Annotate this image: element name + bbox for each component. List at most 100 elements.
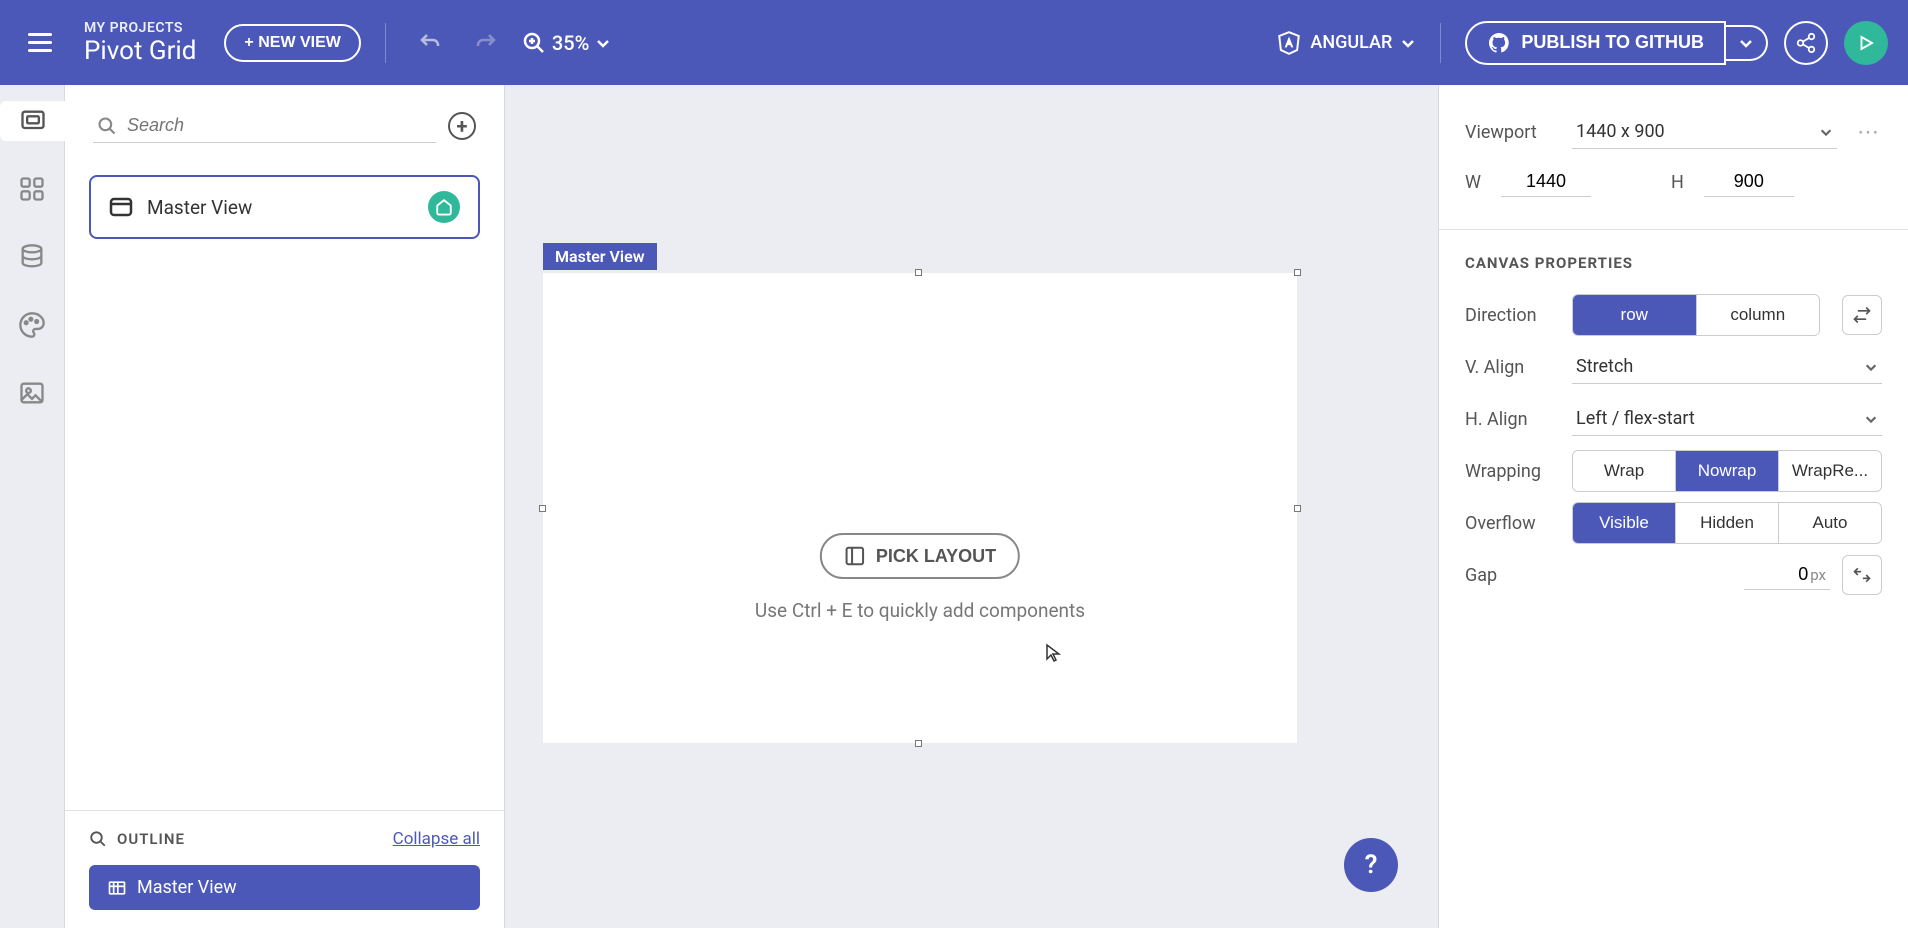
gap-row: Gap px bbox=[1465, 552, 1882, 598]
gap-unit: px bbox=[1810, 566, 1826, 584]
outline-title-wrap: OUTLINE bbox=[89, 830, 185, 848]
selection-handle-bottom[interactable] bbox=[915, 740, 922, 747]
gap-input-wrap: px bbox=[1744, 560, 1830, 590]
add-view-button[interactable]: + bbox=[448, 112, 476, 140]
height-input[interactable] bbox=[1704, 167, 1794, 197]
direction-row-button[interactable]: row bbox=[1573, 295, 1696, 335]
swap-direction-button[interactable] bbox=[1842, 295, 1882, 335]
rail-views[interactable] bbox=[0, 101, 66, 141]
canvas-view-label[interactable]: Master View bbox=[543, 243, 657, 270]
layout-icon bbox=[844, 545, 866, 567]
publish-github-button[interactable]: PUBLISH TO GITHUB bbox=[1465, 21, 1726, 65]
halign-selector[interactable]: Left / flex-start bbox=[1572, 402, 1882, 436]
split-icon bbox=[1852, 565, 1872, 585]
undo-icon bbox=[418, 31, 442, 55]
framework-label: ANGULAR bbox=[1310, 32, 1392, 53]
viewport-selector[interactable]: 1440 x 900 bbox=[1572, 115, 1837, 149]
rail-theme[interactable] bbox=[12, 305, 52, 345]
outline-title: OUTLINE bbox=[117, 830, 185, 848]
width-label: W bbox=[1465, 172, 1481, 193]
more-options-button[interactable]: ⋯ bbox=[1857, 120, 1882, 145]
overflow-label: Overflow bbox=[1465, 513, 1560, 534]
components-icon bbox=[18, 175, 46, 203]
search-input[interactable] bbox=[127, 115, 432, 136]
undo-button[interactable] bbox=[410, 23, 450, 63]
overflow-auto-button[interactable]: Auto bbox=[1778, 503, 1881, 543]
publish-label: PUBLISH TO GITHUB bbox=[1521, 32, 1704, 53]
main-area: + Master View OUTLINE Collapse all bbox=[0, 85, 1908, 928]
left-panel: + Master View OUTLINE Collapse all bbox=[65, 85, 505, 928]
cursor-icon bbox=[1045, 643, 1061, 663]
github-icon bbox=[1487, 31, 1511, 55]
framework-selector[interactable]: ANGULAR bbox=[1276, 30, 1416, 56]
chevron-down-icon bbox=[1819, 125, 1833, 139]
rail-assets[interactable] bbox=[12, 373, 52, 413]
search-row: + bbox=[65, 85, 504, 167]
rail-components[interactable] bbox=[12, 169, 52, 209]
selection-handle-top-right[interactable] bbox=[1294, 269, 1301, 276]
chevron-down-icon bbox=[1400, 35, 1416, 51]
rail-data[interactable] bbox=[12, 237, 52, 277]
topbar: MY PROJECTS Pivot Grid + NEW VIEW 35% AN… bbox=[0, 0, 1908, 85]
share-button[interactable] bbox=[1784, 21, 1828, 65]
chevron-down-icon bbox=[1864, 412, 1878, 426]
wrap-button[interactable]: Wrap bbox=[1573, 451, 1675, 491]
pick-layout-label: PICK LAYOUT bbox=[876, 546, 996, 567]
play-icon bbox=[1857, 34, 1875, 52]
publish-dropdown-button[interactable] bbox=[1726, 25, 1768, 61]
gap-split-button[interactable] bbox=[1842, 555, 1882, 595]
valign-value: Stretch bbox=[1576, 356, 1633, 377]
publish-button-group: PUBLISH TO GITHUB bbox=[1465, 21, 1768, 65]
selection-handle-left[interactable] bbox=[539, 505, 546, 512]
canvas-frame[interactable]: PICK LAYOUT Use Ctrl + E to quickly add … bbox=[543, 273, 1297, 743]
properties-panel: Viewport 1440 x 900 ⋯ W H CANVAS PROPERT… bbox=[1438, 85, 1908, 928]
wraprev-button[interactable]: WrapRe... bbox=[1778, 451, 1881, 491]
viewport-label: Viewport bbox=[1465, 122, 1560, 143]
hamburger-menu-button[interactable] bbox=[20, 23, 60, 63]
valign-label: V. Align bbox=[1465, 357, 1560, 378]
view-card-label: Master View bbox=[147, 196, 252, 219]
outline-header: OUTLINE Collapse all bbox=[89, 829, 480, 849]
new-view-button[interactable]: + NEW VIEW bbox=[224, 24, 360, 62]
nowrap-button[interactable]: Nowrap bbox=[1675, 451, 1778, 491]
project-name: Pivot Grid bbox=[84, 36, 196, 66]
halign-row: H. Align Left / flex-start bbox=[1465, 396, 1882, 442]
view-card-master[interactable]: Master View bbox=[89, 175, 480, 239]
zoom-control[interactable]: 35% bbox=[522, 31, 611, 55]
divider bbox=[1439, 229, 1908, 230]
zoom-level: 35% bbox=[552, 31, 589, 55]
image-icon bbox=[18, 379, 46, 407]
selection-handle-right[interactable] bbox=[1294, 505, 1301, 512]
width-input[interactable] bbox=[1501, 167, 1591, 197]
search-icon bbox=[97, 116, 117, 136]
direction-column-button[interactable]: column bbox=[1696, 295, 1820, 335]
gap-input[interactable] bbox=[1748, 564, 1808, 585]
help-icon: ? bbox=[1365, 850, 1378, 880]
direction-label: Direction bbox=[1465, 305, 1560, 326]
views-icon bbox=[19, 107, 47, 135]
outline-item-master[interactable]: Master View bbox=[89, 865, 480, 910]
help-button[interactable]: ? bbox=[1344, 838, 1398, 892]
project-info: MY PROJECTS Pivot Grid bbox=[84, 20, 196, 66]
overflow-group: Visible Hidden Auto bbox=[1572, 502, 1882, 544]
chevron-down-icon bbox=[1738, 35, 1754, 51]
pick-layout-button[interactable]: PICK LAYOUT bbox=[820, 533, 1020, 579]
wrapping-row: Wrapping Wrap Nowrap WrapRe... bbox=[1465, 448, 1882, 494]
chevron-down-icon bbox=[1864, 360, 1878, 374]
canvas-area[interactable]: Master View PICK LAYOUT Use Ctrl + E to … bbox=[505, 85, 1438, 928]
selection-handle-top[interactable] bbox=[915, 269, 922, 276]
overflow-hidden-button[interactable]: Hidden bbox=[1675, 503, 1778, 543]
redo-icon bbox=[474, 31, 498, 55]
valign-selector[interactable]: Stretch bbox=[1572, 350, 1882, 384]
window-icon bbox=[109, 197, 133, 217]
overflow-visible-button[interactable]: Visible bbox=[1573, 503, 1675, 543]
preview-button[interactable] bbox=[1844, 21, 1888, 65]
redo-button[interactable] bbox=[466, 23, 506, 63]
database-icon bbox=[18, 243, 46, 271]
outline-item-label: Master View bbox=[137, 877, 237, 898]
collapse-all-link[interactable]: Collapse all bbox=[393, 829, 480, 849]
breadcrumb[interactable]: MY PROJECTS bbox=[84, 20, 196, 36]
palette-icon bbox=[18, 311, 46, 339]
search-box[interactable] bbox=[93, 109, 436, 143]
zoom-in-icon bbox=[522, 31, 546, 55]
